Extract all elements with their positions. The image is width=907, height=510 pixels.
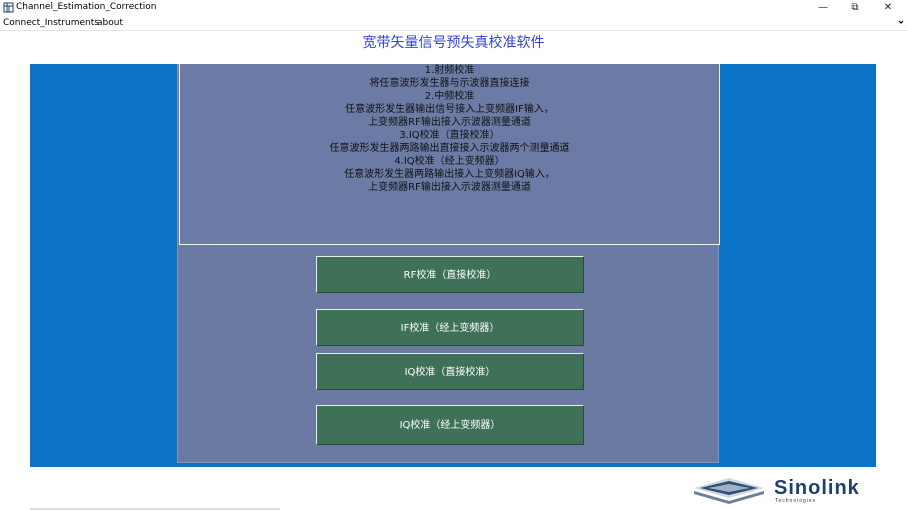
sinolink-logo-icon [694, 478, 764, 504]
menu-bar: Connect_Instruments about [0, 16, 907, 31]
instruction-line: 3.IQ校准（直接校准） [399, 130, 500, 141]
window-title: Channel_Estimation_Correction [16, 2, 157, 12]
menu-about[interactable]: about [97, 17, 123, 29]
minimize-button[interactable]: — [808, 0, 838, 16]
instruction-line: 任意波形发生器两路输出直接接入示波器两个测量通道 [329, 143, 570, 154]
instruction-line: 上变频器RF输出接入示波器测量通道 [368, 182, 531, 193]
if-calibration-button[interactable]: IF校准（经上变频器） [316, 309, 584, 346]
instruction-line: 将任意波形发生器与示波器直接连接 [369, 78, 530, 89]
logo-sub-text: Technologies [775, 498, 816, 504]
instructions-panel: 1.射频校准 将任意波形发生器与示波器直接连接 2.中频校准 任意波形发生器输出… [179, 64, 720, 245]
rf-calibration-button[interactable]: RF校准（直接校准） [316, 256, 584, 293]
instruction-line: 4.IQ校准（经上变频器） [394, 156, 505, 167]
menu-connect-instruments[interactable]: Connect_Instruments [3, 17, 99, 29]
logo-brand-text: Sinolink [774, 477, 860, 499]
instruction-line: 2.中频校准 [424, 91, 475, 102]
menu-overflow-icon[interactable] [898, 18, 904, 26]
iq-upconverter-calibration-button[interactable]: IQ校准（经上变频器） [316, 405, 584, 445]
close-button[interactable]: ✕ [873, 0, 903, 16]
iq-direct-calibration-button[interactable]: IQ校准（直接校准） [316, 353, 584, 390]
sinolink-logo-wordmark: Sinolink Technologies [774, 477, 860, 504]
page-title: 宽带矢量信号预失真校准软件 [362, 35, 545, 51]
instruction-line: 上变频器RF输出接入示波器测量通道 [368, 117, 531, 128]
title-bar: Channel_Estimation_Correction — ⧉ ✕ [0, 0, 907, 16]
app-icon [3, 2, 14, 13]
maximize-button[interactable]: ⧉ [840, 0, 870, 16]
instruction-line: 1.射频校准 [424, 65, 475, 76]
instruction-line: 任意波形发生器两路输出接入上变频器IQ输入， [344, 169, 555, 180]
instruction-line: 任意波形发生器输出信号接入上变频器IF输入， [345, 104, 554, 115]
